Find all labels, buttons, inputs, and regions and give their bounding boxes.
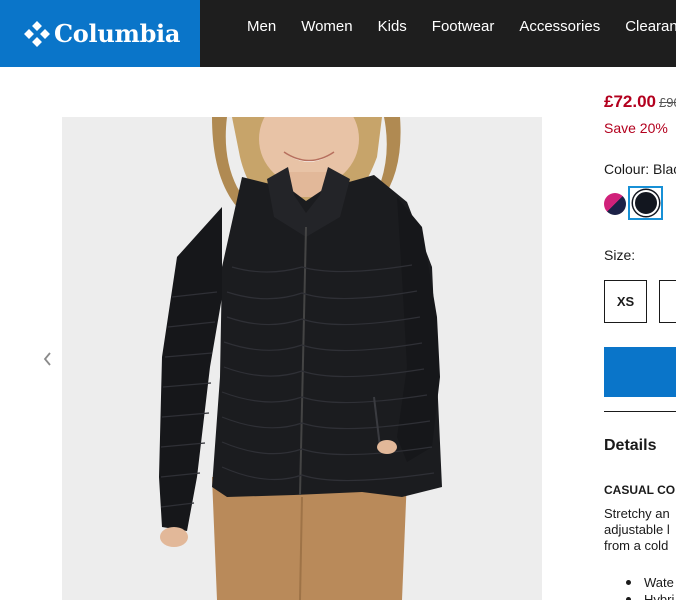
site-header: Columbia Men Women Kids Footwear Accesso… bbox=[0, 0, 676, 67]
nav-men[interactable]: Men bbox=[247, 18, 276, 35]
nav-women[interactable]: Women bbox=[301, 18, 352, 35]
details-description: Stretchy an adjustable l from a cold bbox=[604, 506, 670, 554]
details-subheading: CASUAL CO bbox=[604, 483, 676, 497]
size-s-button[interactable] bbox=[659, 280, 676, 323]
save-badge: Save 20% bbox=[604, 120, 668, 136]
colour-label: Colour: Blac bbox=[604, 161, 676, 177]
nav-kids[interactable]: Kids bbox=[378, 18, 407, 35]
nav-footwear[interactable]: Footwear bbox=[432, 18, 495, 35]
original-price: £90 bbox=[659, 95, 676, 110]
diamond-logo-icon bbox=[24, 20, 50, 47]
size-label: Size: bbox=[604, 247, 636, 263]
price: £72.00£90 bbox=[604, 92, 676, 112]
details-heading[interactable]: Details bbox=[604, 437, 656, 455]
jacket-photo-illustration bbox=[62, 117, 542, 600]
product-info-panel: £72.00£90 Save 20% Colour: Blac Size: XS… bbox=[604, 0, 676, 600]
feature-item: Hybri bbox=[604, 591, 674, 600]
feature-list: Wate Hybri bbox=[604, 574, 674, 600]
swatch-pink-navy[interactable] bbox=[604, 193, 626, 215]
bullet-icon bbox=[626, 580, 631, 585]
gallery-prev-button[interactable] bbox=[39, 350, 55, 368]
chevron-left-icon bbox=[43, 352, 51, 366]
logo[interactable]: Columbia bbox=[0, 0, 200, 67]
product-image[interactable] bbox=[62, 117, 542, 600]
swatch-black-selected[interactable] bbox=[628, 186, 663, 220]
description-line: Stretchy an bbox=[604, 506, 670, 521]
add-to-bag-button[interactable] bbox=[604, 347, 676, 397]
size-xs-button[interactable]: XS bbox=[604, 280, 647, 323]
brand-name: Columbia bbox=[54, 19, 181, 48]
sale-price: £72.00 bbox=[604, 92, 656, 111]
description-line: adjustable l bbox=[604, 522, 670, 537]
description-line: from a cold bbox=[604, 538, 669, 553]
nav-accessories[interactable]: Accessories bbox=[519, 18, 600, 35]
divider bbox=[604, 411, 676, 412]
swatch-black-dot bbox=[632, 190, 659, 216]
feature-item: Wate bbox=[604, 574, 674, 591]
